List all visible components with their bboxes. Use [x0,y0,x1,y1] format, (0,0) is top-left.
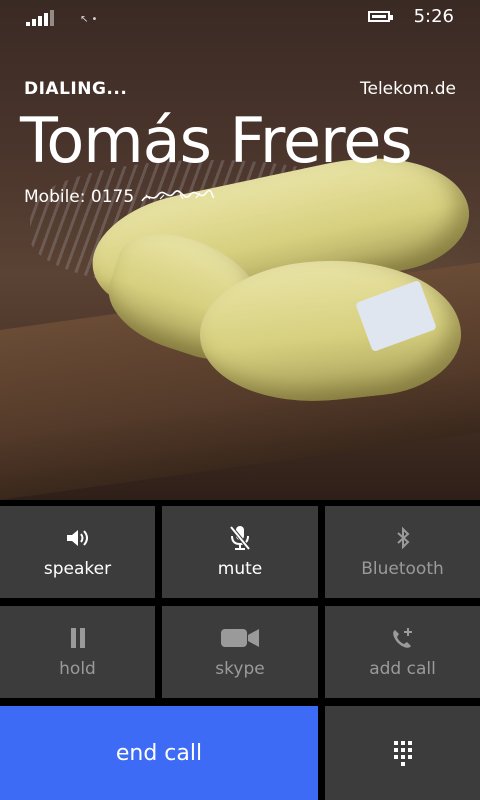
phone-number: Mobile: 0175 [24,187,216,207]
bluetooth-icon [395,525,411,551]
battery-icon [368,11,393,22]
keypad-button[interactable] [325,706,480,800]
obscured-digits [140,189,215,202]
speaker-label: speaker [43,559,112,579]
skype-label: skype [215,659,265,679]
keypad-icon [393,740,412,766]
call-controls: speaker mute Bluetooth hold skype add ca… [0,500,480,800]
bluetooth-button[interactable]: Bluetooth [325,506,480,598]
end-call-label: end call [115,740,203,766]
mute-label: mute [217,559,263,579]
status-bar: ↖ • 5:26 [0,0,480,36]
hold-button[interactable]: hold [0,606,155,698]
call-state: DIALING... [24,79,128,99]
bluetooth-label: Bluetooth [361,559,444,579]
speaker-icon [65,525,91,551]
phone-plus-icon [391,625,415,651]
background-photo [0,0,480,500]
carrier-name: Telekom.de [360,79,456,99]
speaker-button[interactable]: speaker [0,506,155,598]
wifi-icon: ↖ • [80,14,98,25]
microphone-muted-icon [229,525,251,551]
phone-number-label: Mobile: 0175 [24,187,135,207]
add-call-button[interactable]: add call [325,606,480,698]
cell-signal-icon [26,10,54,26]
contact-name: Tomás Freres [20,104,413,177]
video-camera-icon [220,625,260,651]
add-call-label: add call [369,659,436,679]
mute-button[interactable]: mute [162,506,318,598]
clock: 5:26 [413,6,454,27]
pause-icon [70,625,86,651]
skype-button[interactable]: skype [162,606,318,698]
end-call-button[interactable]: end call [0,706,318,800]
hold-label: hold [59,659,96,679]
